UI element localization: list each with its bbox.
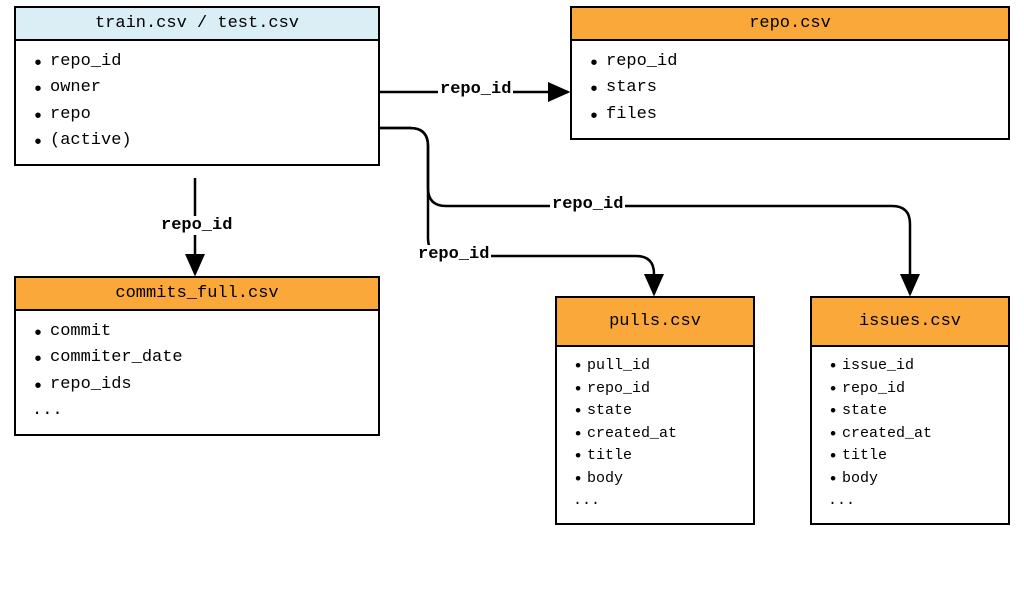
entity-pulls-title: pulls.csv <box>557 298 753 347</box>
field: commit <box>32 319 366 345</box>
field: title <box>828 445 996 468</box>
ellipsis: ... <box>32 398 366 424</box>
field: commiter_date <box>32 345 366 371</box>
field: (active) <box>32 128 366 154</box>
entity-pulls-body: pull_id repo_id state created_at title b… <box>557 347 753 523</box>
entity-repo-title: repo.csv <box>572 8 1008 41</box>
field: repo_ids <box>32 372 366 398</box>
ellipsis: ... <box>573 490 741 513</box>
field: repo_id <box>828 378 996 401</box>
entity-pulls: pulls.csv pull_id repo_id state created_… <box>555 296 755 525</box>
entity-repo-body: repo_id stars files <box>572 41 1008 138</box>
entity-commits-title: commits_full.csv <box>16 278 378 311</box>
field: state <box>573 400 741 423</box>
field: repo_id <box>32 49 366 75</box>
entity-commits-body: commit commiter_date repo_ids ... <box>16 311 378 434</box>
field: stars <box>588 75 996 101</box>
entity-issues-body: issue_id repo_id state created_at title … <box>812 347 1008 523</box>
field: body <box>828 468 996 491</box>
entity-train: train.csv / test.csv repo_id owner repo … <box>14 6 380 166</box>
edge-label-to-repo: repo_id <box>438 80 513 99</box>
entity-train-title: train.csv / test.csv <box>16 8 378 41</box>
field: owner <box>32 75 366 101</box>
field: repo_id <box>588 49 996 75</box>
field: issue_id <box>828 355 996 378</box>
field: title <box>573 445 741 468</box>
entity-commits: commits_full.csv commit commiter_date re… <box>14 276 380 436</box>
field: repo <box>32 102 366 128</box>
entity-issues-title: issues.csv <box>812 298 1008 347</box>
field: created_at <box>828 423 996 446</box>
field: state <box>828 400 996 423</box>
ellipsis: ... <box>828 490 996 513</box>
entity-train-body: repo_id owner repo (active) <box>16 41 378 164</box>
field: files <box>588 102 996 128</box>
field: body <box>573 468 741 491</box>
field: repo_id <box>573 378 741 401</box>
edge-label-to-issues: repo_id <box>550 195 625 214</box>
entity-repo: repo.csv repo_id stars files <box>570 6 1010 140</box>
edge-label-to-commits: repo_id <box>159 216 234 235</box>
field: pull_id <box>573 355 741 378</box>
edge-label-to-pulls: repo_id <box>416 245 491 264</box>
entity-issues: issues.csv issue_id repo_id state create… <box>810 296 1010 525</box>
field: created_at <box>573 423 741 446</box>
